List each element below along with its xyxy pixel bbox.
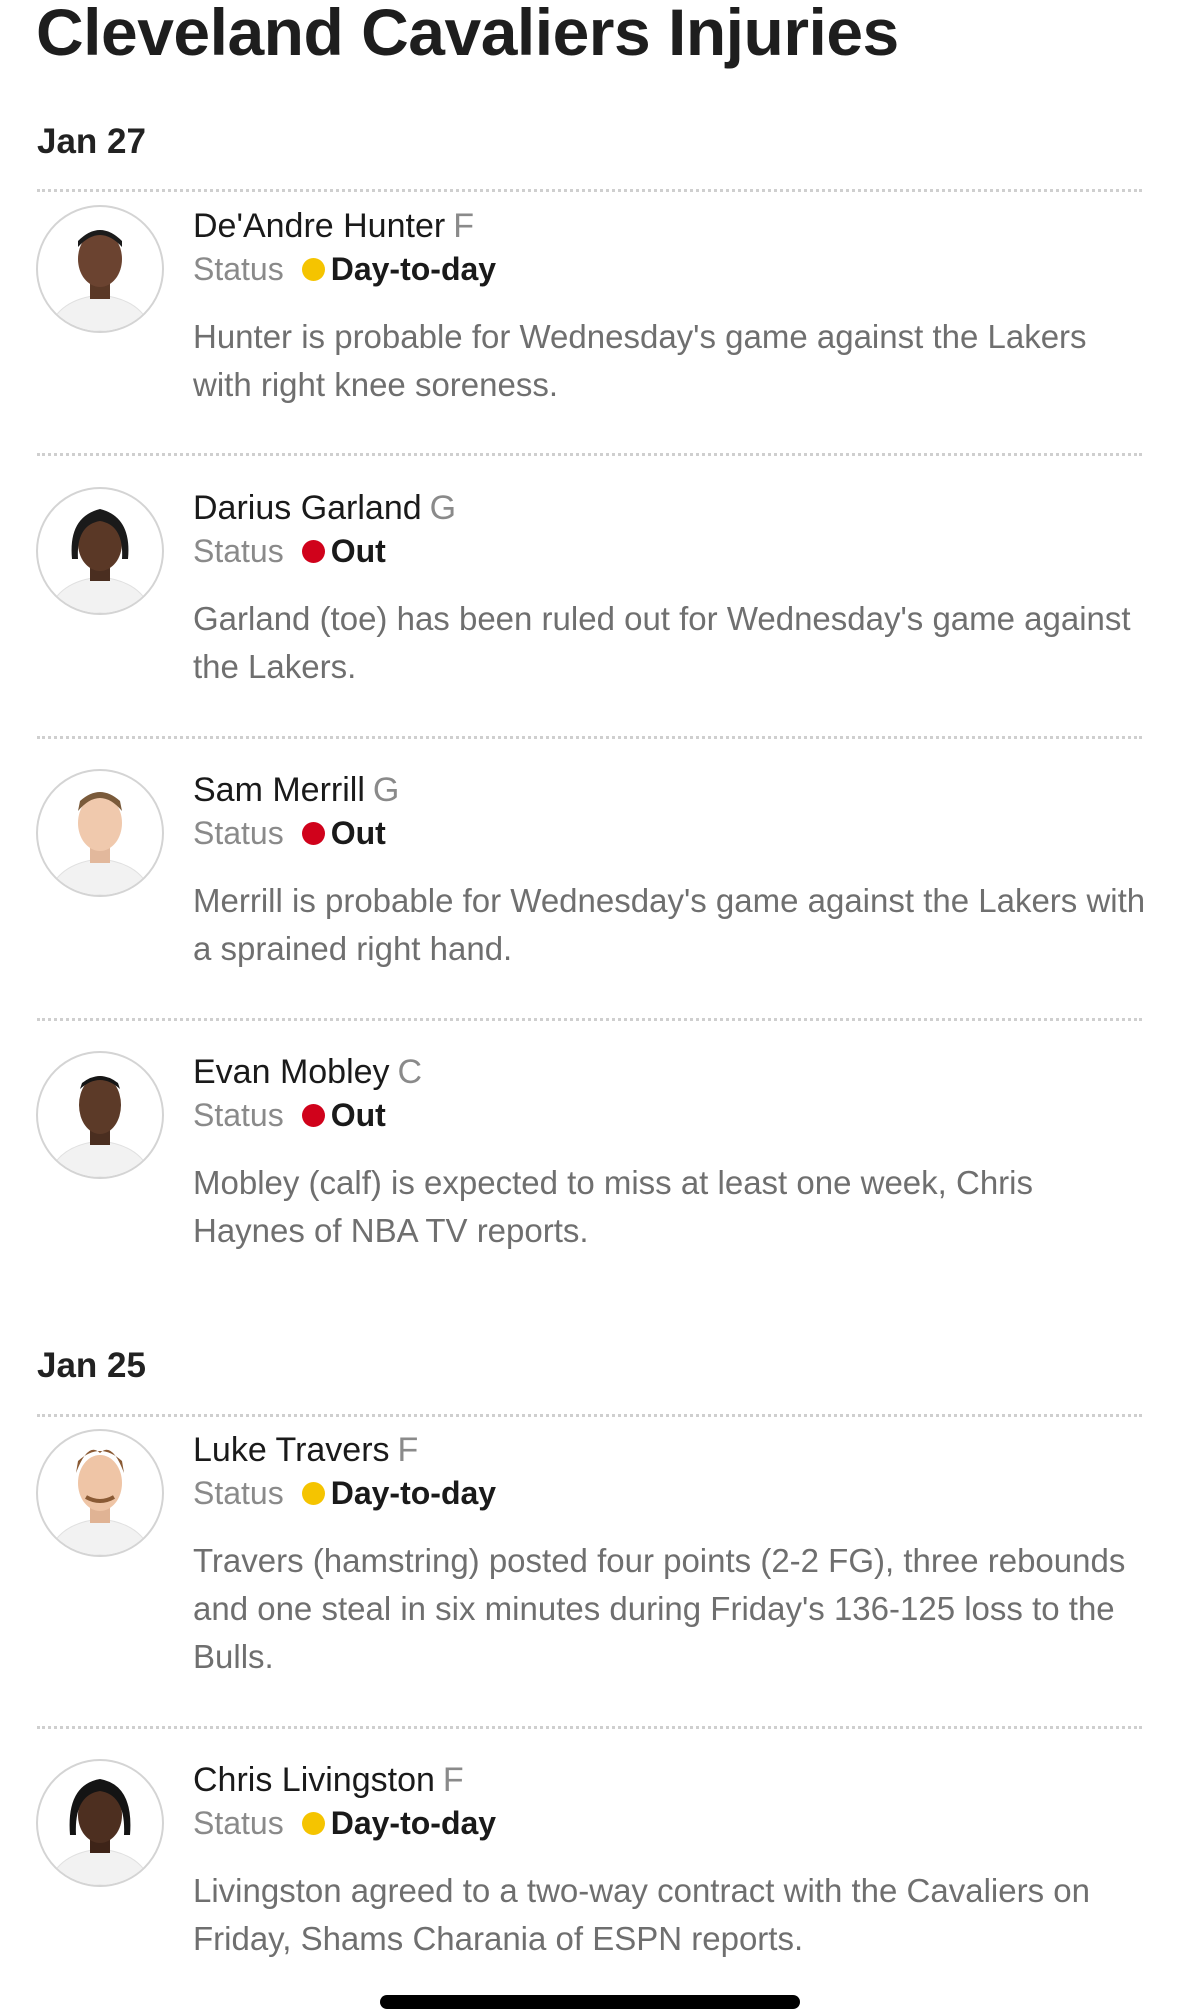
divider <box>37 736 1142 739</box>
status-value: Day-to-day <box>330 1475 497 1511</box>
status-dot-icon <box>301 822 325 845</box>
status-label: Status <box>193 1475 284 1511</box>
status-dot-icon <box>301 1482 325 1505</box>
status-label: Status <box>193 1097 284 1133</box>
player-name: Darius Garland <box>193 489 422 527</box>
status-line: Status Day-to-day <box>193 1805 496 1842</box>
status-dot-icon <box>301 1812 325 1835</box>
status-line: Status Day-to-day <box>193 1475 496 1512</box>
player-name-line: Luke Travers F <box>193 1431 418 1470</box>
player-avatar-icon <box>36 487 164 615</box>
status-dot-icon <box>301 258 325 281</box>
status-value: Out <box>330 533 386 569</box>
injury-note: Travers (hamstring) posted four points (… <box>193 1542 1126 1675</box>
status-dot-icon <box>301 540 325 563</box>
divider <box>37 1018 1142 1021</box>
status-label: Status <box>193 1805 284 1841</box>
status-line: Status Out <box>193 1097 386 1134</box>
player-position: F <box>397 1431 419 1469</box>
player-avatar-icon <box>36 1429 164 1557</box>
status-dot-icon <box>301 1104 325 1127</box>
player-name: Evan Mobley <box>193 1053 390 1091</box>
player-name-line: Evan Mobley C <box>193 1053 422 1092</box>
injury-note: Hunter is probable for Wednesday's game … <box>193 318 1087 403</box>
player-position: G <box>429 489 457 527</box>
page-title: Cleveland Cavaliers Injuries <box>36 0 899 69</box>
player-position: F <box>453 207 474 245</box>
injuries-page: Cleveland Cavaliers Injuries Jan 27 De'A… <box>0 0 1179 2009</box>
status-value: Day-to-day <box>330 1805 497 1841</box>
divider <box>37 1414 1142 1417</box>
status-value: Out <box>330 815 386 851</box>
date-header: Jan 25 <box>37 1346 146 1385</box>
player-name: De'Andre Hunter <box>193 207 446 245</box>
injury-note: Merrill is probable for Wednesday's game… <box>193 882 1146 967</box>
player-position: F <box>442 1761 464 1799</box>
divider <box>37 1726 1142 1729</box>
player-avatar-icon <box>36 205 164 333</box>
divider <box>37 189 1142 192</box>
player-position: C <box>397 1053 423 1091</box>
player-name-line: De'Andre Hunter F <box>193 207 474 246</box>
injury-note: Livingston agreed to a two-way contract … <box>193 1872 1090 1957</box>
divider <box>37 453 1142 456</box>
injury-note: Garland (toe) has been ruled out for Wed… <box>193 600 1131 685</box>
status-line: Status Day-to-day <box>193 251 496 288</box>
player-avatar-icon <box>36 1759 164 1887</box>
player-name-line: Sam Merrill G <box>193 771 399 810</box>
injury-note: Mobley (calf) is expected to miss at lea… <box>193 1164 1034 1249</box>
status-label: Status <box>193 251 284 287</box>
player-name: Chris Livingston <box>193 1761 435 1799</box>
player-name-line: Chris Livingston F <box>193 1761 464 1800</box>
player-position: G <box>372 771 400 809</box>
player-name: Sam Merrill <box>193 771 365 809</box>
status-line: Status Out <box>193 533 386 570</box>
player-name-line: Darius Garland G <box>193 489 456 528</box>
date-header: Jan 27 <box>37 122 146 161</box>
status-label: Status <box>193 815 284 851</box>
player-avatar-icon <box>36 1051 164 1179</box>
status-value: Out <box>330 1097 386 1133</box>
player-avatar-icon <box>36 769 164 897</box>
player-name: Luke Travers <box>193 1431 390 1469</box>
status-value: Day-to-day <box>330 251 497 287</box>
status-label: Status <box>193 533 284 569</box>
status-line: Status Out <box>193 815 386 852</box>
